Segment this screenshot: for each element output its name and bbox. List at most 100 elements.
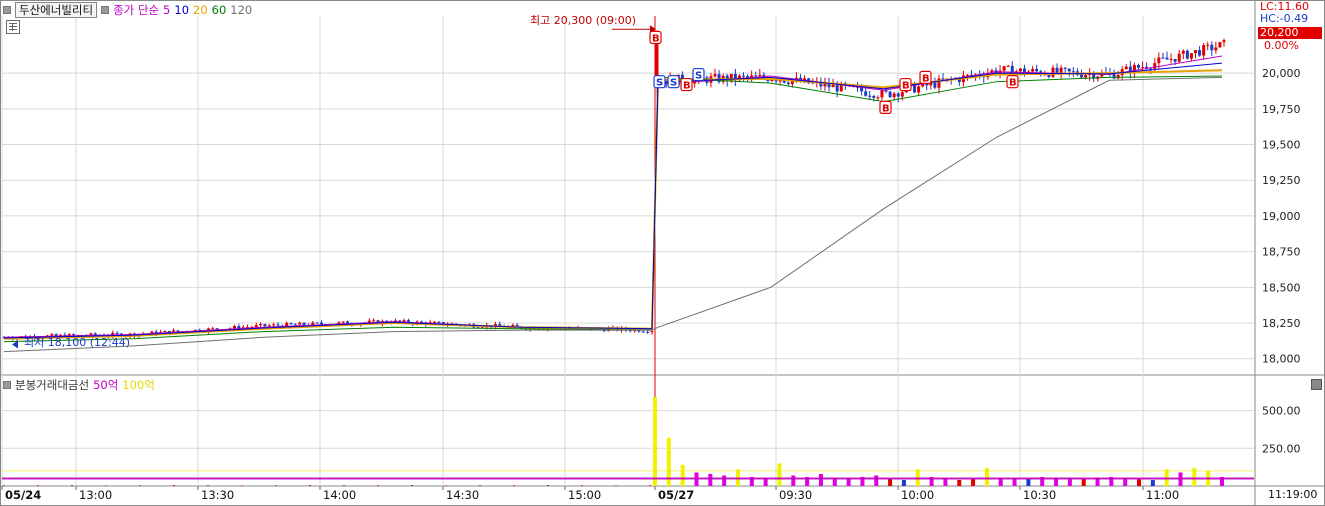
trade-marker-label: B (882, 103, 890, 114)
candle-body (263, 323, 267, 327)
grid-toggle-icon[interactable] (6, 20, 20, 34)
volume-legend-label: 분봉거래대금선 (15, 378, 90, 392)
candle-body (880, 90, 884, 98)
ma120-line (3, 76, 1223, 353)
price-tick-label: 18,000 (1262, 353, 1301, 366)
volume-bar (411, 485, 413, 486)
candle-body (276, 324, 280, 326)
current-time: 11:19:00 (1268, 488, 1318, 501)
ma-120-label: 120 (230, 3, 253, 17)
candle-body (1198, 50, 1202, 56)
candle-body (176, 330, 180, 332)
volume-bar (1137, 479, 1142, 486)
volume-bar (207, 485, 209, 486)
volume-line-50-label: 50억 (93, 378, 119, 392)
time-tick-label: 11:00 (1146, 488, 1179, 502)
chart-frame: 18,000 18,250 18,500 18,750 19,000 19,250 19,5… (0, 0, 1325, 506)
candle-body (1055, 67, 1059, 73)
price-legend: 두산에너빌리티 종가 단순 5 10 20 60 120 (3, 2, 252, 18)
ma-legend-label: 종가 단순 (113, 3, 160, 17)
volume-bar (547, 485, 549, 486)
candle-body (1067, 68, 1071, 72)
volume-bar (1150, 479, 1155, 486)
ma-legend-square-icon[interactable] (101, 6, 110, 14)
trade-marker-label: S (656, 78, 663, 89)
candle-body (293, 324, 297, 326)
volume-bar (1026, 479, 1031, 486)
hc-value: HC:-0.49 (1260, 12, 1309, 25)
candle-body (1035, 68, 1039, 72)
candle-body (163, 330, 167, 332)
candle-body (272, 324, 276, 326)
trade-marker-label: B (902, 81, 910, 92)
candle-body (298, 322, 302, 325)
candle-body (831, 84, 835, 88)
legend-square-icon[interactable] (3, 6, 11, 14)
volume-bar (105, 485, 107, 486)
candle-body (1181, 50, 1185, 54)
price-tick-label: 19,500 (1262, 139, 1301, 152)
candle-body (315, 322, 319, 324)
stock-name[interactable]: 두산에너빌리티 (15, 2, 98, 18)
candle-body (1136, 65, 1140, 68)
candle-body (650, 331, 654, 333)
volume-legend: 분봉거래대금선 50억 100억 (3, 377, 155, 393)
candle-body (646, 331, 650, 333)
time-tick-label: 10:30 (1023, 488, 1056, 502)
volume-bar (615, 485, 617, 486)
candle-body (259, 323, 263, 326)
volume-legend-square-icon[interactable] (3, 381, 11, 389)
volume-bar (71, 485, 73, 486)
stock-chart[interactable]: 18,000 18,250 18,500 18,750 19,000 19,250 19,5… (0, 0, 1325, 506)
candle-body (1059, 67, 1063, 73)
candle-body (1084, 75, 1088, 78)
candle-body (302, 322, 306, 326)
candle-body (211, 328, 215, 330)
volume-bar (445, 485, 447, 486)
volume-bar (957, 479, 962, 486)
candle-body (1173, 58, 1177, 62)
price-tick-label: 18,250 (1262, 317, 1301, 330)
high-annotation: 최고 20,300 (09:00) (530, 14, 637, 27)
time-tick-label: 15:00 (568, 488, 601, 502)
ma-10-label: 10 (174, 3, 190, 17)
candle-body (641, 331, 645, 333)
ma20-line (3, 69, 1223, 340)
candle-body (933, 81, 937, 88)
trade-marker-label: B (652, 33, 660, 44)
ma5-line (3, 55, 1223, 338)
volume-bar (971, 479, 976, 486)
volume-bar (649, 485, 651, 486)
volume-bar (479, 485, 481, 486)
candle-body (835, 84, 839, 92)
candle-body (770, 80, 774, 82)
candle-body (1124, 66, 1128, 70)
candle-body (888, 91, 892, 98)
volume-bar (309, 485, 311, 486)
candle-body (1165, 57, 1169, 60)
candle-body (786, 82, 790, 85)
candle-body (758, 74, 762, 76)
volume-bar (846, 478, 851, 486)
candle-body (937, 78, 941, 88)
volume-line-100-label: 100억 (122, 378, 155, 392)
candle-body (876, 97, 880, 99)
candle-body (900, 92, 904, 97)
trade-marker-label: B (1009, 78, 1017, 89)
trade-marker-label: B (683, 81, 691, 92)
ma10-line (3, 62, 1223, 339)
current-price-tag: 20,200 (1258, 27, 1322, 39)
candle-body (402, 320, 406, 322)
volume-bar (3, 485, 5, 486)
close-panel-icon[interactable] (1311, 379, 1322, 390)
volume-tick-label: 500.00 (1262, 405, 1301, 418)
candle-body (1031, 68, 1035, 72)
time-tick-label: 14:30 (446, 488, 479, 502)
trade-marker-label: B (922, 73, 930, 84)
price-tick-label: 20,000 (1262, 67, 1301, 80)
time-tick-label: 10:00 (901, 488, 934, 502)
volume-bar (343, 485, 345, 486)
candle-body (917, 86, 921, 93)
candle-body (868, 95, 872, 97)
candle-body (1185, 50, 1189, 59)
